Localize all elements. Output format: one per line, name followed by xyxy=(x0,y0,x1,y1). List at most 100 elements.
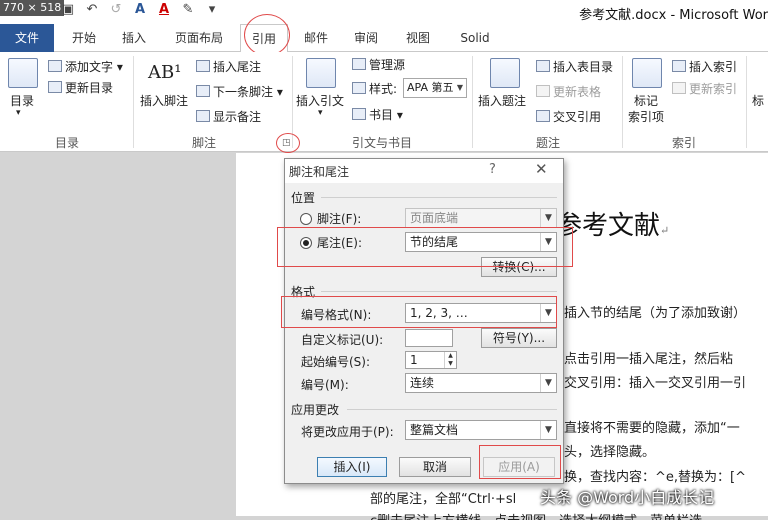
apply-to-label: 将更改应用于(P): xyxy=(301,425,394,439)
window-title: 参考文献.docx - Microsoft Wor xyxy=(579,8,768,23)
section-divider xyxy=(321,291,557,292)
spinner-arrows-icon[interactable]: ▲ ▼ xyxy=(444,352,456,368)
mark-entry-button[interactable]: 标记 xyxy=(634,92,658,109)
chevron-down-icon: ▼ xyxy=(540,209,556,227)
add-text-icon xyxy=(48,60,62,72)
footnote-radio[interactable] xyxy=(300,213,312,225)
document-line: 部的尾注，全部“Ctrl·+sl xyxy=(370,492,517,507)
mark-entry-button-line2[interactable]: 索引项 xyxy=(628,108,664,125)
numbering-select[interactable]: 连续 ▼ xyxy=(405,373,557,393)
toc-button[interactable]: 目录 xyxy=(10,92,34,109)
citation-style-value: APA 第五 xyxy=(407,81,454,94)
save-icon[interactable]: ▣ xyxy=(60,2,76,17)
insert-footnote-icon: AB¹ xyxy=(148,62,182,83)
insert-button[interactable]: 插入(I) xyxy=(317,457,387,477)
show-notes-button[interactable]: 显示备注 xyxy=(196,108,261,125)
numbering-label: 编号(M): xyxy=(301,378,349,392)
toc-dropdown-icon[interactable]: ▾ xyxy=(16,108,21,118)
group-separator xyxy=(472,56,473,148)
insert-endnote-button[interactable]: 插入尾注 xyxy=(196,58,261,75)
footnote-position-value: 页面底端 xyxy=(410,211,459,225)
document-line: 直接将不需要的隐藏，添加“一 xyxy=(564,421,740,436)
font-style-icon[interactable]: A xyxy=(132,2,148,17)
start-at-spinner[interactable]: 1 ▲ ▼ xyxy=(405,351,457,369)
footnote-endnote-dialog: 脚注和尾注 ? ✕ 位置 脚注(F): 页面底端 ▼ 尾注(E): 节的结尾 ▼ 转… xyxy=(277,158,573,484)
update-toc-label: 更新目录 xyxy=(65,81,114,95)
table-of-contents-icon xyxy=(8,58,38,88)
footnote-position-select[interactable]: 页面底端 ▼ xyxy=(405,208,557,228)
insert-index-label: 插入索引 xyxy=(689,60,738,74)
add-text-button[interactable]: 添加文字 ▾ xyxy=(48,58,123,75)
citation-dropdown-icon[interactable]: ▾ xyxy=(318,108,323,118)
footnote-label: 脚注(F): xyxy=(317,212,362,226)
cross-reference-button[interactable]: 交叉引用 xyxy=(536,108,601,125)
symbol-button[interactable]: 符号(Y)... xyxy=(481,328,557,348)
update-table-button[interactable]: 更新表格 xyxy=(536,83,601,100)
tab-solid[interactable]: Solid xyxy=(452,24,498,52)
apply-to-select[interactable]: 整篇文档 ▼ xyxy=(405,420,557,440)
group-label-index: 索引 xyxy=(671,136,696,150)
insert-footnote-button[interactable]: 插入脚注 xyxy=(140,92,188,109)
chevron-down-icon: ▼ xyxy=(540,374,556,392)
insert-caption-button[interactable]: 插入题注 xyxy=(478,92,526,109)
insert-endnote-label: 插入尾注 xyxy=(213,60,262,74)
document-line: 头，选择隐藏。 xyxy=(564,445,656,460)
show-notes-icon xyxy=(196,110,210,122)
tab-view[interactable]: 视图 xyxy=(398,24,438,52)
customize-qat-icon[interactable]: ▾ xyxy=(204,2,220,17)
apply-to-value: 整篇文档 xyxy=(410,423,459,437)
title-bar: 770 × 518 ▣ ↶ ↺ A A ✎ ▾ 参考文献.docx - Micr… xyxy=(0,0,768,24)
cross-reference-icon xyxy=(536,110,550,122)
ribbon: 目录 ▾ 添加文字 ▾ 更新目录 目录 AB¹ 插入脚注 插入尾注 下一条脚注 … xyxy=(0,52,768,152)
bibliography-icon xyxy=(352,108,366,120)
dialog-title: 脚注和尾注 xyxy=(289,165,350,179)
font-color-icon[interactable]: A xyxy=(156,2,172,17)
bibliography-label: 书目 ▾ xyxy=(369,108,403,122)
style-label: 样式: xyxy=(352,80,397,97)
tab-file[interactable]: 文件 xyxy=(0,24,54,52)
insert-citation-button[interactable]: 插入引文 xyxy=(296,92,344,109)
next-footnote-button[interactable]: 下一条脚注 ▾ xyxy=(196,83,283,100)
citation-style-select[interactable]: APA 第五 ▼ xyxy=(403,78,467,98)
section-divider xyxy=(347,409,557,410)
undo-icon[interactable]: ↶ xyxy=(84,2,100,17)
endnote-highlight xyxy=(277,227,573,267)
insert-table-of-figures-label: 插入表目录 xyxy=(553,60,614,74)
ribbon-tabs: 文件 开始 插入 页面布局 引用 邮件 审阅 视图 Solid xyxy=(0,24,768,53)
tab-home[interactable]: 开始 xyxy=(62,24,106,52)
cross-reference-label: 交叉引用 xyxy=(553,110,602,124)
custom-mark-input[interactable] xyxy=(405,329,453,347)
tab-insert[interactable]: 插入 xyxy=(112,24,156,52)
start-at-value: 1 xyxy=(410,353,418,367)
manage-sources-button[interactable]: 管理源 xyxy=(352,56,405,73)
footnote-dialog-launcher-icon[interactable]: ◳ xyxy=(282,138,291,148)
update-table-icon xyxy=(536,85,550,97)
update-index-button[interactable]: 更新索引 xyxy=(672,80,737,97)
format-brush-icon[interactable]: ✎ xyxy=(180,2,196,17)
mark-entry-icon xyxy=(632,58,662,88)
update-table-label: 更新表格 xyxy=(553,85,602,99)
tab-page-layout[interactable]: 页面布局 xyxy=(166,24,232,52)
references-tab-highlight xyxy=(244,14,290,56)
numbering-value: 连续 xyxy=(410,376,435,390)
next-footnote-icon xyxy=(196,85,210,97)
table-of-authorities-button[interactable]: 标 xyxy=(752,92,764,109)
watermark: 头条 @Word小白成长记 xyxy=(540,488,715,507)
update-toc-button[interactable]: 更新目录 xyxy=(48,79,113,96)
tab-review[interactable]: 审阅 xyxy=(346,24,386,52)
insert-index-button[interactable]: 插入索引 xyxy=(672,58,737,75)
insert-citation-icon xyxy=(306,58,336,88)
insert-endnote-icon xyxy=(196,60,210,72)
insert-table-of-figures-button[interactable]: 插入表目录 xyxy=(536,58,613,75)
show-notes-label: 显示备注 xyxy=(213,110,262,124)
help-icon[interactable]: ? xyxy=(489,162,496,177)
tab-mailings[interactable]: 邮件 xyxy=(296,24,336,52)
close-icon[interactable]: ✕ xyxy=(535,160,548,178)
group-label-citation: 引文与书目 xyxy=(351,136,412,150)
redo-icon[interactable]: ↺ xyxy=(108,2,124,17)
location-section-label: 位置 xyxy=(291,191,316,205)
cancel-button[interactable]: 取消 xyxy=(399,457,471,477)
bibliography-button[interactable]: 书目 ▾ xyxy=(352,106,403,123)
apply-section-label: 应用更改 xyxy=(291,403,340,417)
insert-caption-icon xyxy=(490,58,520,88)
